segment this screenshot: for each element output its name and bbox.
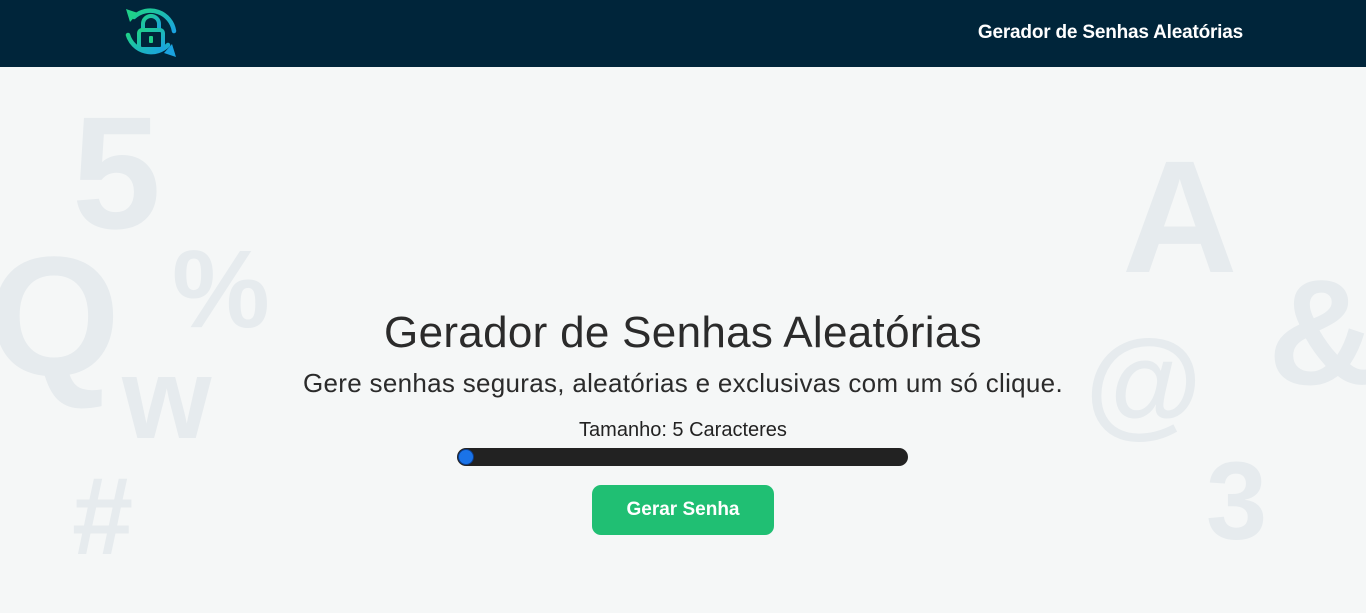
bg-glyph-hash: # [72, 455, 134, 578]
top-navbar: Gerador de Senhas Aleatórias [0, 0, 1366, 67]
generate-password-button[interactable]: Gerar Senha [592, 485, 774, 535]
bg-glyph-3: 3 [1206, 440, 1268, 563]
page-title: Gerador de Senhas Aleatórias [384, 308, 982, 357]
bg-glyph-a: A [1122, 127, 1238, 306]
page-subtitle: Gere senhas seguras, aleatórias e exclus… [303, 368, 1063, 398]
nav-title[interactable]: Gerador de Senhas Aleatórias [978, 22, 1243, 44]
password-length-slider[interactable] [457, 448, 908, 466]
password-length-label: Tamanho: 5 Caracteres [579, 419, 787, 441]
main-content: 5 % Q w # A @ & 3 Gerador de Senhas Alea… [0, 67, 1366, 613]
padlock-refresh-icon[interactable] [120, 5, 182, 61]
slider-thumb[interactable] [458, 449, 474, 465]
